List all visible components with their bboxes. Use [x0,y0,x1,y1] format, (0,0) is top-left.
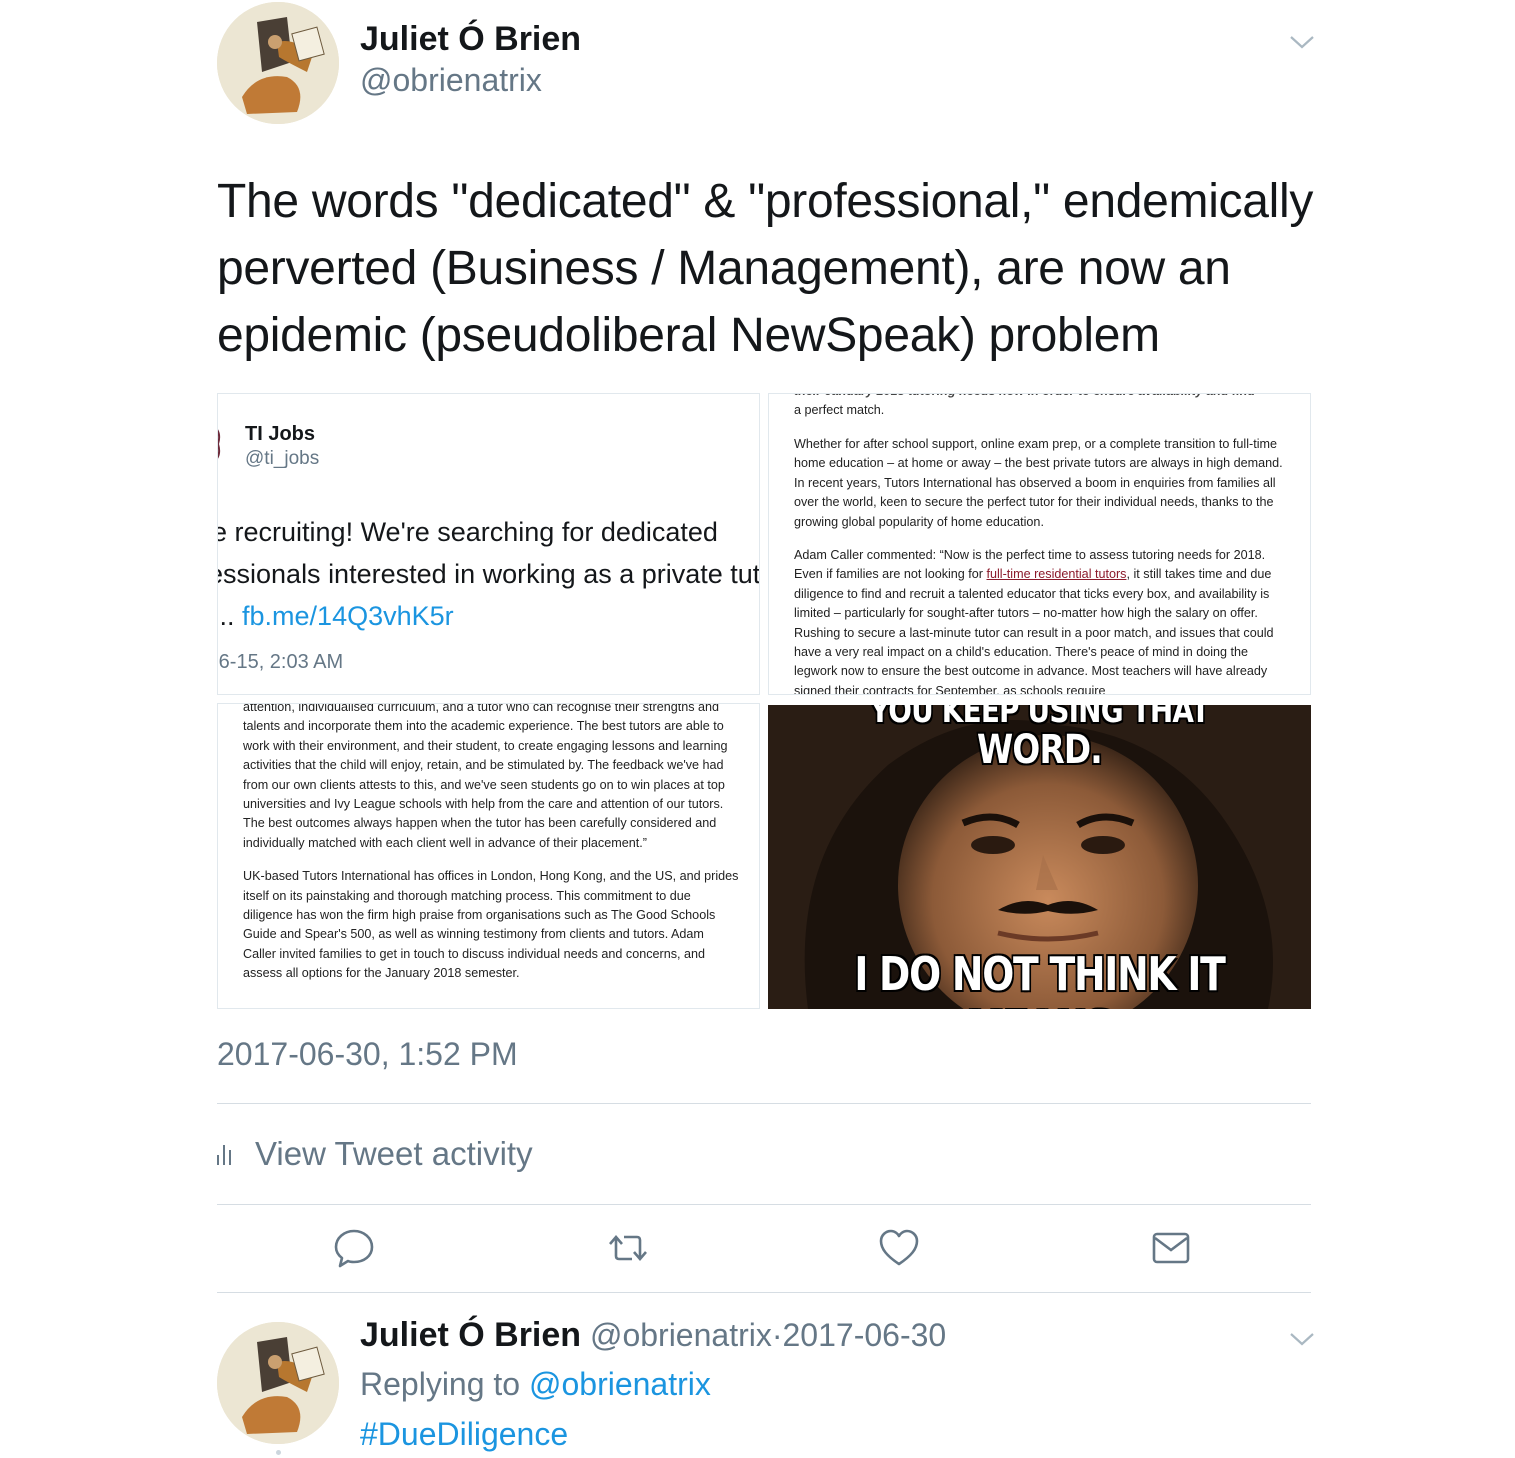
author-handle[interactable]: @obrienatrix [360,62,542,99]
doc-bold-line: a perfect match. [794,403,885,417]
replying-to-handle[interactable]: @obrienatrix [529,1366,711,1402]
embedded-text-line1: e recruiting! We're searching for dedica… [217,517,718,547]
embedded-link: fb.me/14Q3vhK5r [242,601,454,631]
reply-date[interactable]: 2017-06-30 [783,1317,947,1353]
embedded-avatar [218,421,226,467]
embedded-name: TI Jobs [245,423,316,445]
reply-avatar[interactable] [217,1322,339,1444]
reply-header: Juliet Ó Brien @obrienatrix·2017-06-30 [360,1316,946,1355]
retweet-icon[interactable] [606,1226,650,1270]
embedded-date: )6-15, 2:03 AM [217,651,344,673]
view-tweet-activity[interactable]: View Tweet activity [217,1135,533,1173]
media-meme[interactable]: YOU KEEP USING THAT WORD. I DO NOT THINK… [768,705,1311,1009]
doc-link: full-time residential tutors [986,567,1127,582]
divider [217,1103,1311,1104]
replying-to: Replying to @obrienatrix [360,1366,711,1403]
meme-top-text: WORD. [977,727,1103,773]
doc-paragraph: UK-based Tutors International has office… [243,869,739,981]
thread-dot [276,1450,281,1455]
envelope-icon[interactable] [1149,1226,1193,1270]
author-name[interactable]: Juliet Ó Brien [360,20,581,59]
divider [217,1204,1311,1205]
media-embedded-tweet[interactable]: TI Jobs @ti_jobs e recruiting! We're sea… [217,393,760,695]
reply-author-name[interactable]: Juliet Ó Brien [360,1316,581,1354]
author-avatar[interactable] [217,2,339,124]
tweet-text: The words "dedicated" & "professional," … [217,175,1314,362]
embedded-handle: @ti_jobs [245,448,320,469]
separator-dot: · [771,1317,783,1353]
doc-paragraph: Whether for after school support, online… [794,437,1283,529]
divider [217,1292,1311,1293]
embedded-text-line2: essionals interested in working as a pri… [217,559,760,589]
bar-chart-icon [217,1143,231,1165]
media-document-top[interactable]: their January 2018 tutoring needs now in… [768,393,1311,695]
heart-icon[interactable] [877,1226,921,1270]
meme-bottom-text: I DO NOT THINK IT MEANS [854,947,1226,1009]
reply-author-handle[interactable]: @obrienatrix [590,1317,772,1353]
tweet-timestamp[interactable]: 2017-06-30, 1:52 PM [217,1036,518,1073]
doc-paragraph: Adam Caller commented: “Now is the perfe… [794,548,1274,695]
chevron-down-icon[interactable] [1289,1331,1315,1347]
reply-hashtag[interactable]: #DueDiligence [360,1416,568,1453]
reply-icon[interactable] [332,1226,376,1270]
media-document-bottom[interactable]: attention, individualised curriculum, an… [217,703,760,1009]
replying-prefix: Replying to [360,1366,521,1402]
activity-label: View Tweet activity [255,1135,533,1172]
doc-paragraph: attention, individualised curriculum, an… [243,703,728,850]
chevron-down-icon[interactable] [1289,34,1315,50]
embedded-ellipsis: ... [218,601,235,631]
